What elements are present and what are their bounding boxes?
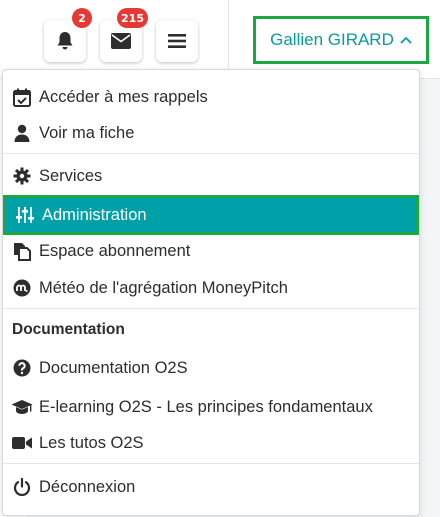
- copy-icon: [11, 241, 33, 261]
- documentation-section-title: Documentation: [12, 321, 125, 338]
- user-icon: [11, 123, 33, 143]
- menu-item-abonnement[interactable]: Espace abonnement: [3, 234, 419, 268]
- message-count-badge: 215: [117, 8, 148, 28]
- menu-item-documentation-o2s[interactable]: Documentation O2S: [3, 351, 419, 385]
- calendar-check-icon: [11, 87, 33, 107]
- graduation-cap-icon: [11, 397, 33, 417]
- menu-divider: [3, 308, 419, 309]
- menu-item-label: Les tutos O2S: [39, 433, 144, 452]
- menu-button[interactable]: [156, 20, 198, 62]
- menu-item-label: Administration: [42, 205, 147, 224]
- menu-item-label: Services: [39, 166, 103, 185]
- menu-item-services[interactable]: Services: [3, 159, 419, 193]
- moneypitch-icon: [11, 278, 33, 298]
- menu-item-label: Déconnexion: [39, 477, 136, 496]
- menu-item-tutos-o2s[interactable]: Les tutos O2S: [3, 426, 419, 460]
- menu-item-label: Voir ma fiche: [39, 123, 135, 142]
- power-icon: [11, 477, 33, 497]
- bell-icon: [57, 32, 73, 50]
- menu-item-label: Documentation O2S: [39, 358, 188, 377]
- menu-divider: [3, 463, 419, 464]
- menu-item-label: Météo de l'agrégation MoneyPitch: [39, 278, 288, 297]
- chevron-up-icon: [400, 36, 412, 44]
- menu-item-label: Accéder à mes rappels: [39, 87, 208, 106]
- notifications-button[interactable]: 2: [44, 8, 92, 62]
- menu-item-label: Espace abonnement: [39, 241, 191, 260]
- notification-count-badge: 2: [72, 8, 92, 28]
- topbar-divider: [228, 0, 229, 78]
- hamburger-icon: [168, 34, 186, 48]
- gear-icon: [11, 166, 33, 186]
- top-bar: 2 215 Gallien GIRARD: [0, 0, 440, 79]
- messages-button[interactable]: 215: [100, 8, 148, 62]
- video-camera-icon: [11, 433, 33, 453]
- menu-item-voir-fiche[interactable]: Voir ma fiche: [3, 116, 419, 150]
- user-name: Gallien GIRARD: [270, 30, 394, 49]
- envelope-icon: [111, 33, 131, 49]
- menu-item-elearning[interactable]: E-learning O2S - Les principes fondament…: [3, 390, 419, 424]
- menu-item-administration[interactable]: Administration: [3, 195, 419, 235]
- menu-item-rappels[interactable]: Accéder à mes rappels: [3, 80, 419, 114]
- user-dropdown-menu: Accéder à mes rappels Voir ma fiche Serv…: [2, 69, 420, 516]
- question-circle-icon: [11, 358, 33, 378]
- sliders-icon: [14, 205, 36, 225]
- menu-item-deconnexion[interactable]: Déconnexion: [3, 470, 419, 504]
- menu-item-meteo-moneypitch[interactable]: Météo de l'agrégation MoneyPitch: [3, 271, 419, 305]
- menu-divider: [3, 153, 419, 154]
- menu-item-label: E-learning O2S - Les principes fondament…: [39, 397, 373, 416]
- user-menu-button[interactable]: Gallien GIRARD: [253, 16, 429, 64]
